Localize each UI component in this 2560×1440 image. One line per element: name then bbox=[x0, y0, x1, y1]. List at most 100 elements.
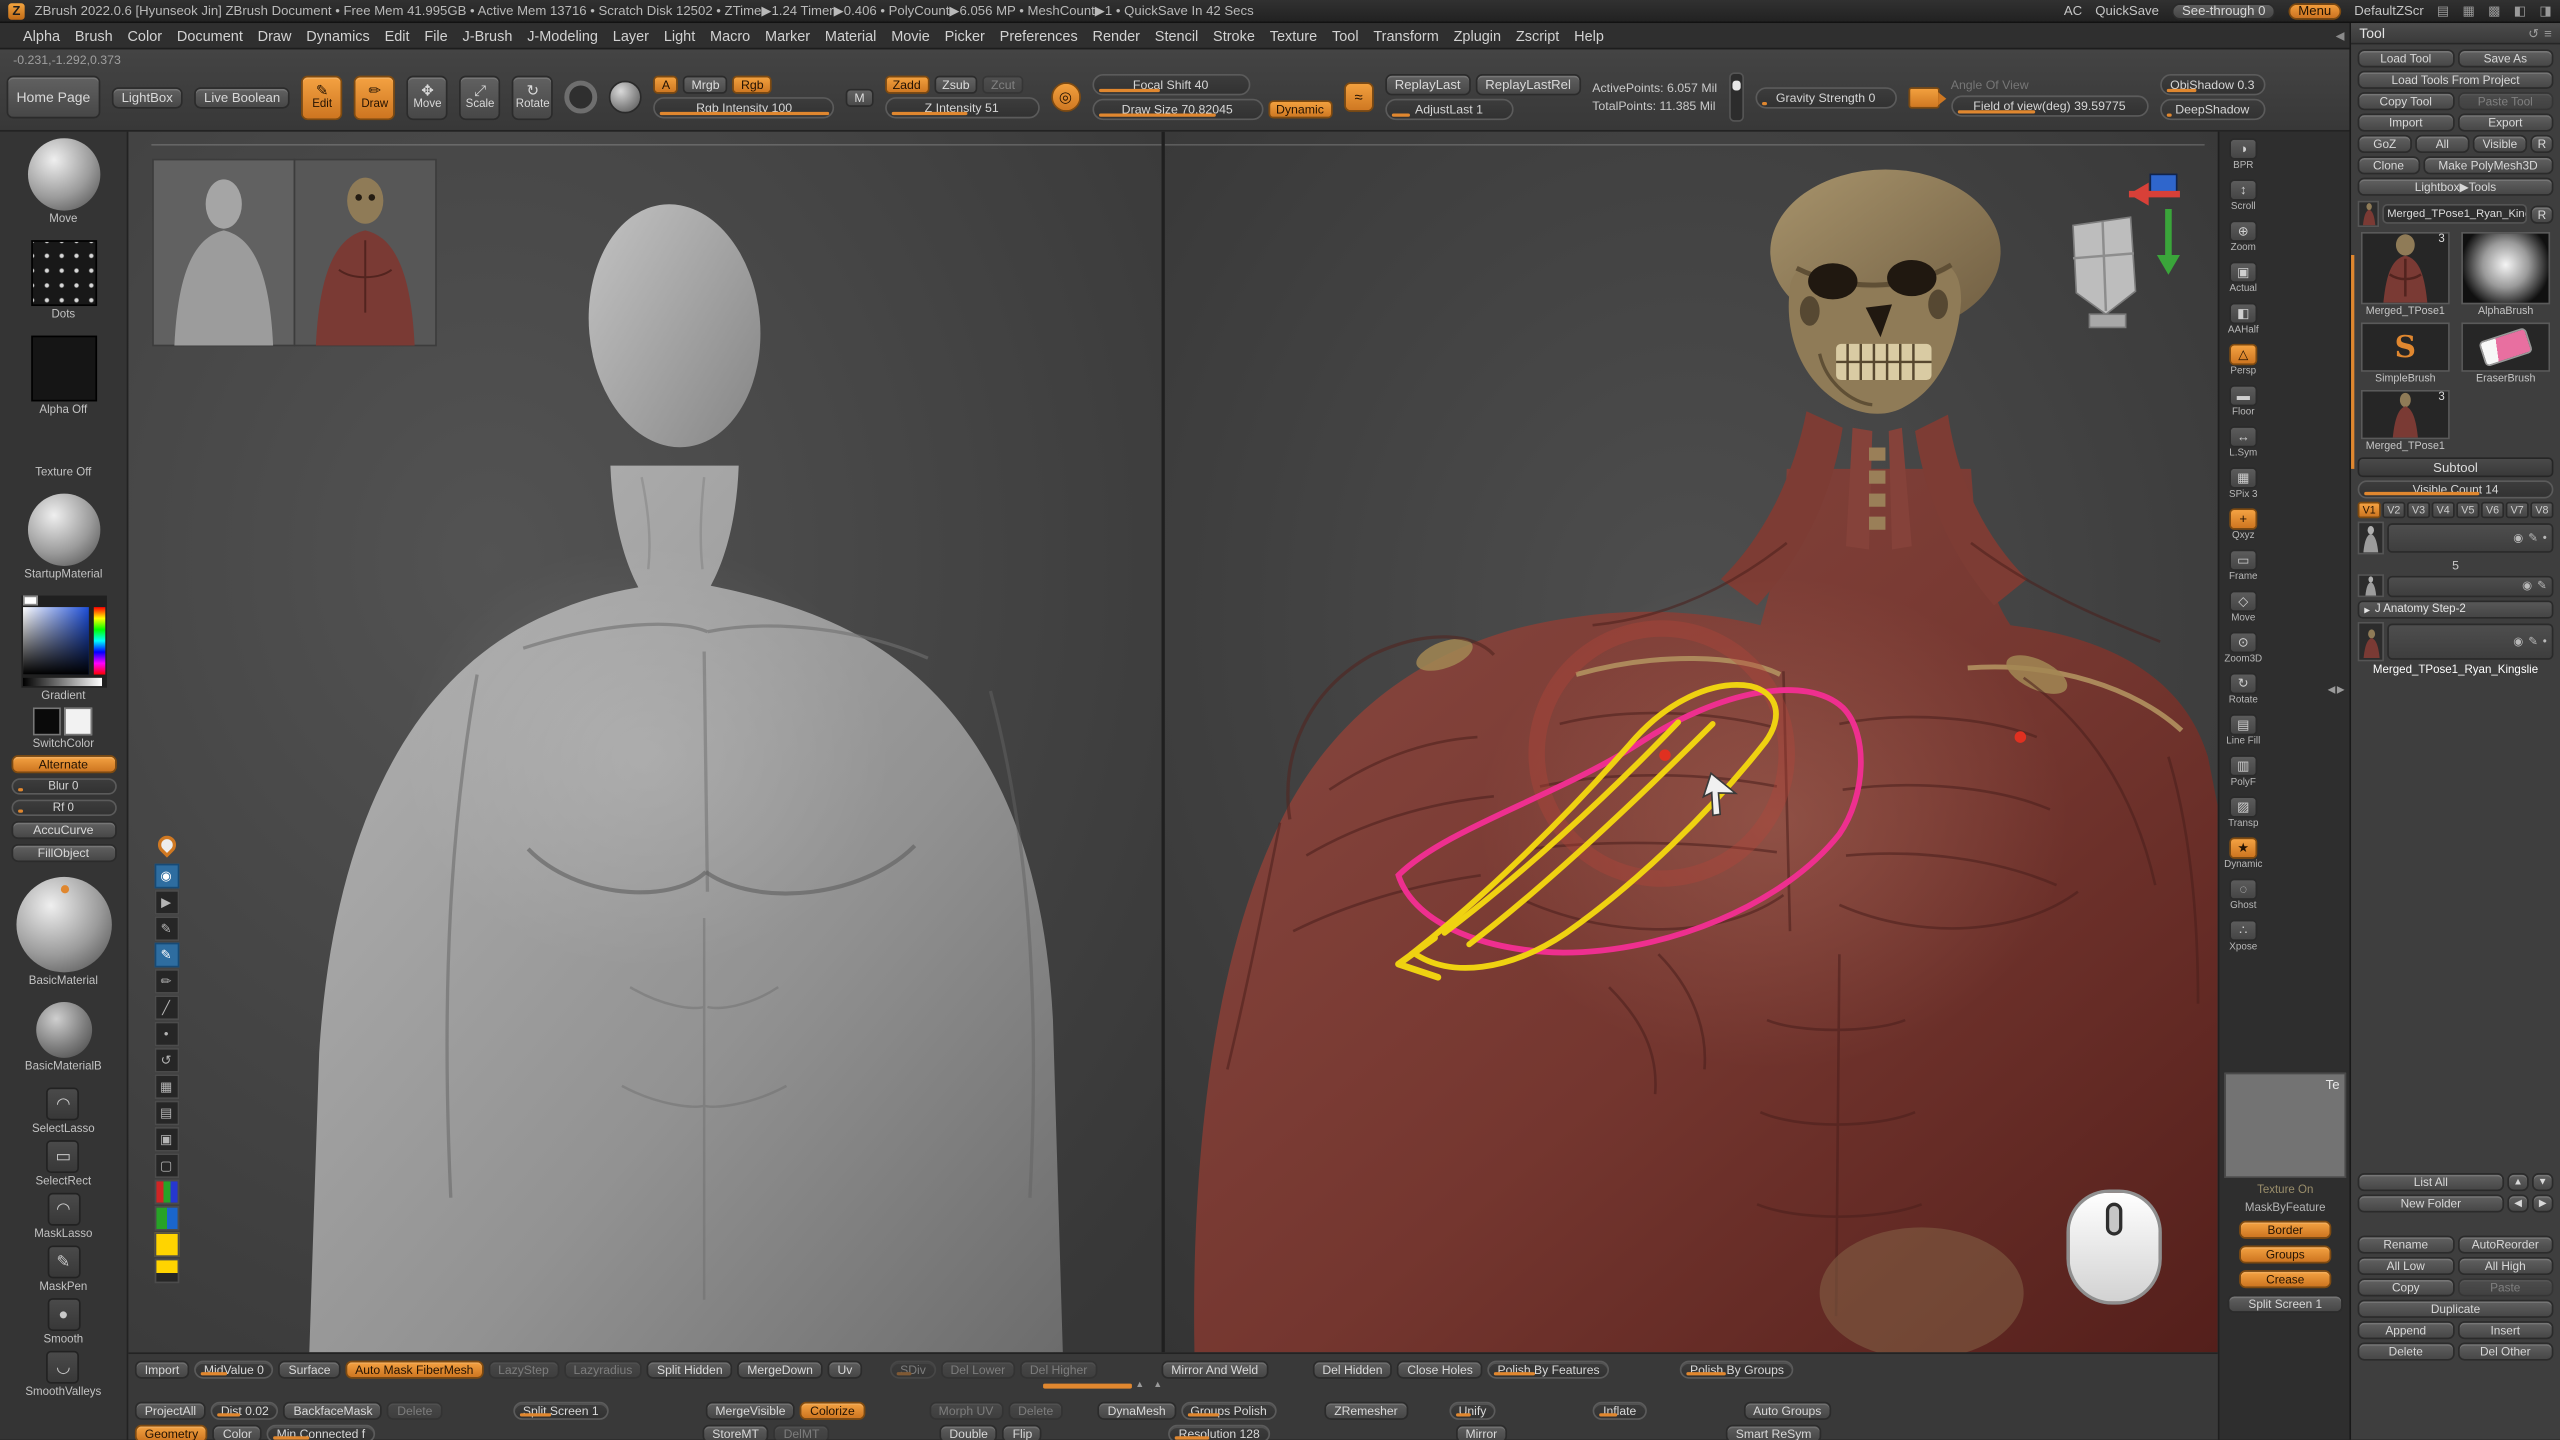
new-folder-button[interactable]: New Folder bbox=[2358, 1194, 2504, 1212]
append-button[interactable]: Append bbox=[2358, 1321, 2454, 1339]
right-shelf-button[interactable]: ↻ Rotate bbox=[2221, 673, 2265, 706]
bottom-button[interactable]: Dist 0.02 bbox=[211, 1401, 279, 1419]
folder-left-icon[interactable]: ◀ bbox=[2507, 1194, 2528, 1212]
load-tool-button[interactable]: Load Tool bbox=[2358, 49, 2454, 67]
fillobject-button[interactable]: FillObject bbox=[11, 844, 116, 862]
shelf-item-texture[interactable]: Texture Off bbox=[30, 431, 96, 479]
duplicate-button[interactable]: Duplicate bbox=[2358, 1300, 2554, 1318]
shelf-item-stroke-move[interactable]: Move bbox=[27, 138, 99, 225]
bottom-button[interactable]: Morph UV bbox=[929, 1401, 1003, 1419]
menu-item[interactable]: Help bbox=[1568, 26, 1611, 46]
right-shelf-button[interactable]: ∴ Xpose bbox=[2221, 920, 2265, 953]
subtool-version-tab[interactable]: V8 bbox=[2530, 502, 2553, 518]
zadd-button[interactable]: Zadd bbox=[884, 76, 929, 94]
mrgb-button[interactable]: Mrgb bbox=[683, 76, 728, 94]
copy-subtool-button[interactable]: Copy bbox=[2358, 1278, 2454, 1296]
zcut-button[interactable]: Zcut bbox=[983, 76, 1023, 94]
visible-count-slider[interactable]: Visible Count 14 bbox=[2358, 480, 2554, 498]
shelf-item-basic-material-b[interactable]: BasicMaterialB bbox=[25, 1002, 102, 1073]
menu-item[interactable]: Stroke bbox=[1206, 26, 1261, 46]
folder-right-icon[interactable]: ▶ bbox=[2532, 1194, 2553, 1212]
subtool-version-tab[interactable]: V3 bbox=[2407, 502, 2430, 518]
menu-item[interactable]: Preferences bbox=[993, 26, 1084, 46]
shelf-item-mask-pen[interactable]: ✎ MaskPen bbox=[39, 1245, 87, 1293]
bottom-button[interactable]: ProjectAll bbox=[135, 1401, 206, 1419]
menu-item[interactable]: Zscript bbox=[1509, 26, 1566, 46]
subtool-row-active[interactable]: ◉ ✎ • bbox=[2358, 622, 2554, 661]
right-shelf-button[interactable]: + Qxyz bbox=[2221, 508, 2265, 541]
field-of-view-slider[interactable]: Field of view(deg) 39.59775 bbox=[1951, 95, 2148, 116]
edit-mode-button[interactable]: ✎ Edit bbox=[302, 75, 343, 119]
subtool-options-icon[interactable]: • bbox=[2543, 636, 2547, 648]
accucurve-button[interactable]: AccuCurve bbox=[11, 821, 116, 839]
live-boolean-button[interactable]: Live Boolean bbox=[194, 86, 290, 107]
shelf-item-basic-material[interactable]: BasicMaterial bbox=[16, 877, 111, 987]
draw-size-dial-icon[interactable]: ◎ bbox=[1051, 82, 1081, 112]
quickpick-eraserbrush[interactable]: EraserBrush bbox=[2458, 322, 2553, 385]
bottom-button[interactable]: Close Holes bbox=[1397, 1360, 1482, 1378]
palette-scroll-indicator[interactable] bbox=[2351, 255, 2354, 469]
shelf-item-material[interactable]: StartupMaterial bbox=[24, 494, 102, 581]
subtool-version-tab[interactable]: V7 bbox=[2506, 502, 2529, 518]
lightbox-button[interactable]: LightBox bbox=[112, 86, 183, 107]
menu-item[interactable]: Draw bbox=[251, 26, 298, 46]
palette-icon[interactable]: ▶ bbox=[154, 890, 179, 915]
bottom-button[interactable]: Polish By Features bbox=[1488, 1360, 1610, 1378]
right-shelf-button[interactable]: ⊙ Zoom3D bbox=[2221, 632, 2265, 665]
palette-icon[interactable] bbox=[154, 1232, 179, 1257]
bottom-button[interactable]: Color bbox=[213, 1424, 262, 1440]
window-layout-icon-1[interactable]: ▤ bbox=[2437, 3, 2449, 18]
goz-all-button[interactable]: All bbox=[2415, 135, 2469, 153]
current-tool-r-button[interactable]: R bbox=[2530, 205, 2553, 223]
bottom-button[interactable]: Auto Groups bbox=[1743, 1401, 1831, 1419]
blur-slider[interactable]: Blur 0 bbox=[11, 778, 116, 794]
saturation-square[interactable] bbox=[22, 607, 88, 674]
m-channel-chip[interactable]: M bbox=[846, 88, 873, 106]
bottom-button[interactable]: Inflate bbox=[1593, 1401, 1646, 1419]
subtool-version-tab[interactable]: V2 bbox=[2382, 502, 2405, 518]
main-color-swatch[interactable] bbox=[34, 707, 62, 735]
all-high-button[interactable]: All High bbox=[2457, 1257, 2553, 1275]
shelf-item-accucurve[interactable]: AccuCurve bbox=[11, 821, 116, 839]
a-channel-chip[interactable]: A bbox=[654, 76, 679, 94]
make-polymesh3d-button[interactable]: Make PolyMesh3D bbox=[2423, 156, 2554, 174]
deep-shadow-slider[interactable]: DeepShadow bbox=[2160, 99, 2265, 120]
right-shelf-button[interactable]: ▥ PolyF bbox=[2221, 755, 2265, 788]
subtool-version-tab[interactable]: V5 bbox=[2456, 502, 2479, 518]
del-other-button[interactable]: Del Other bbox=[2457, 1343, 2553, 1361]
crease-button[interactable]: Crease bbox=[2239, 1270, 2331, 1288]
border-button[interactable]: Border bbox=[2239, 1221, 2331, 1239]
bottom-button[interactable]: Groups Polish bbox=[1181, 1401, 1277, 1419]
bottom-button[interactable]: DynaMesh bbox=[1098, 1401, 1176, 1419]
bottom-button[interactable]: Geometry bbox=[135, 1424, 208, 1440]
menu-item[interactable]: Marker bbox=[758, 26, 816, 46]
texture-panel-flyout[interactable]: Te bbox=[2224, 1073, 2346, 1178]
menu-item[interactable]: J-Modeling bbox=[521, 26, 605, 46]
bottom-button[interactable]: Resolution 128 bbox=[1169, 1424, 1270, 1440]
bottom-button[interactable]: Del Lower bbox=[941, 1360, 1015, 1378]
menu-item[interactable]: Brush bbox=[68, 26, 119, 46]
right-shelf-button[interactable]: ↕ Scroll bbox=[2221, 179, 2265, 212]
right-shelf-button[interactable]: ▦ SPix 3 bbox=[2221, 467, 2265, 500]
groups-button[interactable]: Groups bbox=[2239, 1245, 2331, 1263]
bottom-button[interactable]: Del Hidden bbox=[1313, 1360, 1393, 1378]
bottom-button[interactable]: LazyStep bbox=[488, 1360, 558, 1378]
palette-icon[interactable]: ▢ bbox=[154, 1153, 179, 1178]
bottom-button[interactable]: StoreMT bbox=[702, 1424, 768, 1440]
menu-item[interactable]: Material bbox=[818, 26, 883, 46]
copy-tool-button[interactable]: Copy Tool bbox=[2358, 92, 2454, 110]
gravity-strength-slider[interactable]: Gravity Strength 0 bbox=[1755, 86, 1896, 107]
palette-icon[interactable]: ▣ bbox=[154, 1127, 179, 1152]
shelf-item-stroke-dots[interactable]: Dots bbox=[30, 240, 96, 321]
material-sphere-preview[interactable] bbox=[609, 81, 642, 114]
menu-item[interactable]: Edit bbox=[378, 26, 416, 46]
palette-refresh-icon[interactable]: ↺ bbox=[2528, 26, 2539, 41]
dynamic-draw-size-toggle[interactable]: Dynamic bbox=[1268, 100, 1332, 118]
paste-subtool-button[interactable]: Paste bbox=[2457, 1278, 2553, 1296]
right-shelf-button[interactable]: ★ Dynamic bbox=[2221, 837, 2265, 870]
menu-item[interactable]: Picker bbox=[938, 26, 991, 46]
bottom-button[interactable]: MergeVisible bbox=[706, 1401, 796, 1419]
collapse-tray-icon[interactable]: ◀ bbox=[2336, 29, 2345, 42]
bottom-button[interactable]: Del Higher bbox=[1020, 1360, 1097, 1378]
menu-item[interactable]: Render bbox=[1086, 26, 1147, 46]
